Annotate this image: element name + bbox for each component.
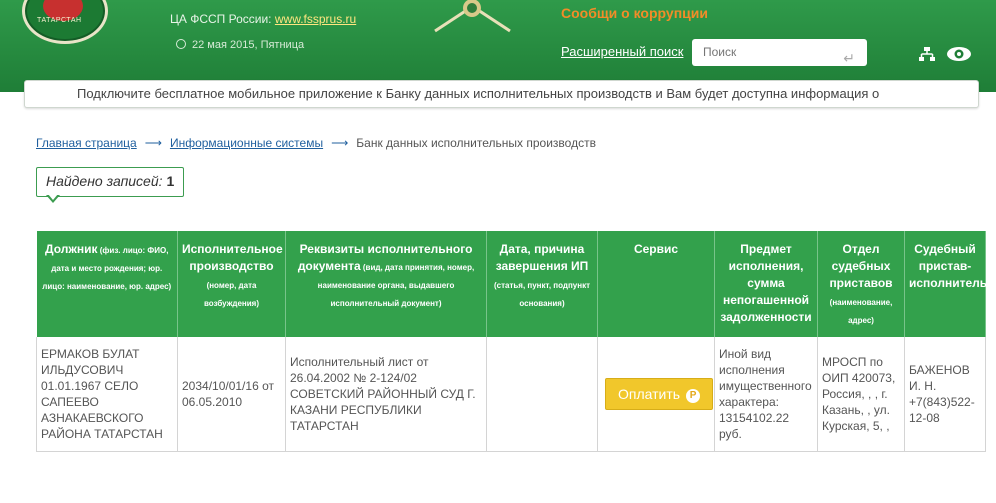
- header-title: Отдел судебных приставов: [829, 242, 893, 290]
- header-service: Сервис: [597, 231, 715, 337]
- clock-icon: [176, 39, 186, 49]
- cell-proceeding: 2034/10/01/16 от 06.05.2010: [177, 337, 286, 452]
- fssp-link[interactable]: www.fssprus.ru: [275, 12, 356, 26]
- header-title: Должник: [45, 242, 98, 256]
- pay-button[interactable]: Оплатить Р: [605, 378, 713, 410]
- records-found-label: Найдено записей:: [46, 173, 163, 189]
- breadcrumb-systems[interactable]: Информационные системы: [170, 136, 323, 150]
- header-bailiff: Судебный пристав-исполнитель: [904, 231, 988, 337]
- header-title: Исполнительное производство: [182, 242, 283, 273]
- site-header: ТАТАРСТАН ЦА ФССП России: www.fssprus.ru…: [0, 0, 996, 92]
- header-document: Реквизиты исполнительного документа (вид…: [285, 231, 487, 337]
- cell-document: Исполнительный лист от 26.04.2002 № 2-12…: [285, 337, 487, 452]
- header-debtor: Должник (физ. лицо: ФИО, дата и место ро…: [36, 231, 178, 337]
- arrow-right-icon: ⟶: [144, 136, 162, 150]
- records-found: Найдено записей: 1: [36, 167, 185, 197]
- header-subject: Предмет исполнения, сумма непогашенной з…: [714, 231, 818, 337]
- breadcrumb: Главная страница ⟶ Информационные системы ⟶…: [36, 136, 596, 150]
- table-header-row: Должник (физ. лицо: ФИО, дата и место ро…: [36, 231, 988, 337]
- mobile-app-banner[interactable]: Подключите бесплатное мобильное приложен…: [24, 80, 979, 108]
- header-end: Дата, причина завершения ИП (статья, пун…: [486, 231, 598, 337]
- cell-debtor: ЕРМАКОВ БУЛАТ ИЛЬДУСОВИЧ 01.01.1967 СЕЛО…: [36, 337, 178, 452]
- breadcrumb-home[interactable]: Главная страница: [36, 136, 137, 150]
- search-box[interactable]: ↵: [692, 39, 867, 66]
- cell-end: [486, 337, 598, 452]
- cell-subject: Иной вид исполнения имущественного харак…: [714, 337, 818, 452]
- report-corruption-link[interactable]: Сообщи о коррупции: [561, 5, 708, 21]
- header-department: Отдел судебных приставов (наименование, …: [817, 231, 905, 337]
- eye-icon[interactable]: [946, 45, 972, 63]
- current-date: 22 мая 2015, Пятница: [176, 39, 304, 51]
- advanced-search-link[interactable]: Расширенный поиск: [561, 44, 683, 59]
- results-table: Должник (физ. лицо: ФИО, дата и место ро…: [36, 231, 988, 452]
- pay-button-label: Оплатить: [617, 386, 681, 402]
- arrow-right-icon: ⟶: [331, 136, 349, 150]
- header-proceeding: Исполнительное производство (номер, дата…: [177, 231, 286, 337]
- header-note: (номер, дата возбуждения): [203, 281, 260, 308]
- cell-service: Оплатить Р: [597, 337, 715, 452]
- header-note: (наименование, адрес): [829, 298, 893, 325]
- cell-department: МРОСП по ОИП 420073, Россия, , , г. Каза…: [817, 337, 905, 452]
- table-row: ЕРМАКОВ БУЛАТ ИЛЬДУСОВИЧ 01.01.1967 СЕЛО…: [36, 337, 986, 452]
- logo-text: ТАТАРСТАН: [37, 17, 82, 24]
- cell-bailiff: БАЖЕНОВ И. Н. +7(843)522-12-08: [904, 337, 986, 452]
- search-input[interactable]: [701, 44, 835, 60]
- fssp-logo[interactable]: ТАТАРСТАН: [22, 0, 108, 44]
- sitemap-icon[interactable]: [918, 46, 936, 62]
- records-found-count: 1: [166, 173, 175, 189]
- ruble-icon: Р: [686, 389, 701, 403]
- enter-icon[interactable]: ↵: [843, 45, 855, 71]
- emblem-icon: [434, 0, 511, 33]
- callout-tail-inner: [48, 194, 58, 200]
- header-title: Сервис: [633, 242, 679, 256]
- date-text: 22 мая 2015, Пятница: [192, 39, 305, 51]
- header-title: Предмет исполнения, сумма непогашенной з…: [720, 242, 812, 324]
- fssp-line: ЦА ФССП России: www.fssprus.ru: [170, 12, 356, 26]
- fssp-label: ЦА ФССП России:: [170, 12, 272, 26]
- breadcrumb-current: Банк данных исполнительных производств: [356, 136, 596, 150]
- header-note: (статья, пункт, подпункт основания): [493, 281, 591, 308]
- header-title: Судебный пристав-исполнитель: [909, 242, 988, 290]
- header-title: Дата, причина завершения ИП: [495, 242, 589, 273]
